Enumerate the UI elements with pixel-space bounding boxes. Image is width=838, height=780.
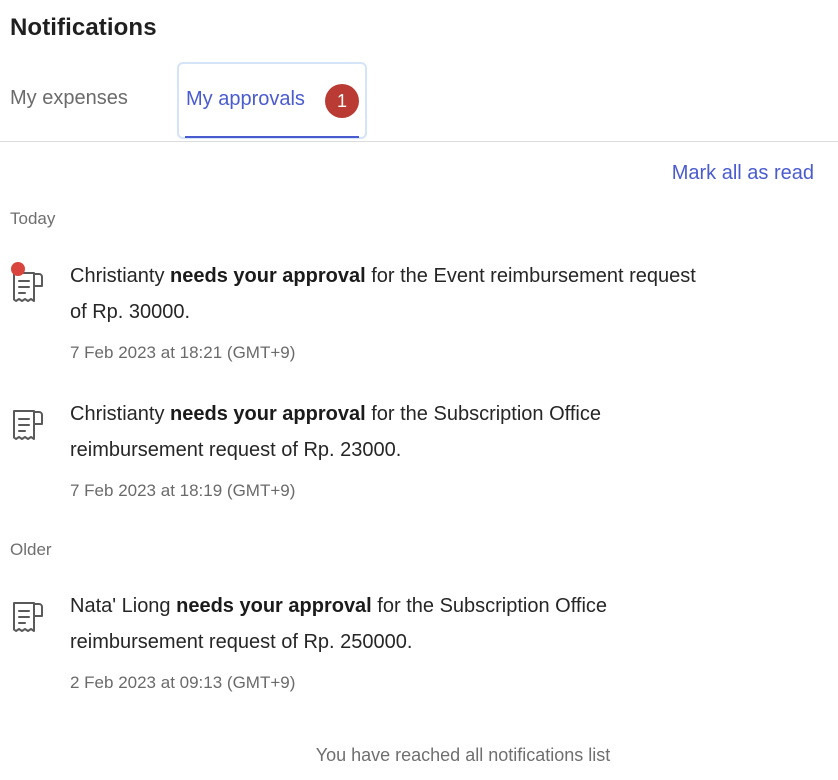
end-of-list-message: You have reached all notifications list — [315, 745, 611, 765]
mark-all-as-read-link[interactable]: Mark all as read — [672, 162, 814, 185]
message-rest: for the Event reimbursement request of R… — [70, 265, 696, 323]
receipt-icon — [10, 408, 46, 444]
section-label-older: Older — [10, 540, 52, 559]
page-title: Notifications — [10, 14, 157, 41]
section-label-today: Today — [10, 209, 56, 228]
action-text: needs your approval — [170, 265, 366, 287]
notification-message: Nata' Liong needs your approval for the … — [70, 588, 710, 660]
tab-label: My approvals — [186, 88, 305, 110]
unread-indicator — [11, 262, 25, 276]
notification-message: Christianty needs your approval for the … — [70, 258, 710, 330]
actor-name: Christianty — [70, 403, 165, 425]
notification-timestamp: 7 Feb 2023 at 18:19 (GMT+9) — [70, 481, 296, 500]
tab-my-approvals[interactable]: My approvals 1 — [177, 62, 367, 139]
actor-name: Nata' Liong — [70, 595, 171, 617]
active-tab-indicator — [185, 136, 359, 138]
tab-label: My expenses — [10, 87, 128, 109]
notification-message: Christianty needs your approval for the … — [70, 396, 710, 468]
actor-name: Christianty — [70, 265, 165, 287]
action-text: needs your approval — [170, 403, 366, 425]
count-badge: 1 — [325, 84, 359, 118]
notification-timestamp: 2 Feb 2023 at 09:13 (GMT+9) — [70, 673, 296, 692]
tab-bar: My expenses My approvals 1 — [0, 62, 838, 142]
receipt-icon — [10, 600, 46, 636]
notification-timestamp: 7 Feb 2023 at 18:21 (GMT+9) — [70, 343, 296, 362]
action-text: needs your approval — [176, 595, 372, 617]
